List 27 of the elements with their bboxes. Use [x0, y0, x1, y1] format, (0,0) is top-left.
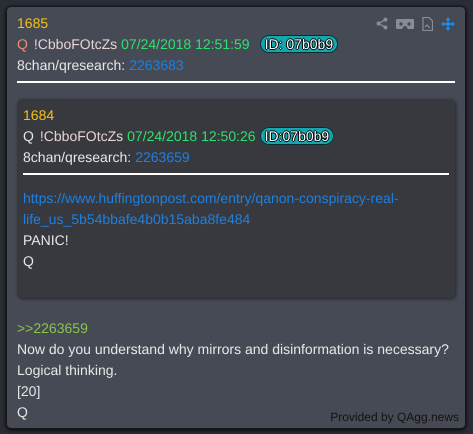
post-text: Now do you understand why mirrors and disinformation is necessary? [17, 340, 449, 359]
document-icon[interactable] [422, 16, 433, 30]
provider-credit: Provided by QAgg.news [330, 410, 459, 424]
post-text: [20] [17, 382, 40, 401]
post-link[interactable]: 2263659 [135, 149, 190, 165]
author-name: Q [17, 36, 28, 52]
tripcode: !CbboFOtcZs [40, 128, 124, 144]
author-name: Q [23, 128, 34, 144]
post-link[interactable]: 2263683 [129, 57, 184, 73]
id-badge: ID: 07b0b9 [260, 35, 338, 53]
board-name: 8chan/qresearch: [23, 149, 132, 165]
reply-link[interactable]: >>2263659 [17, 318, 88, 339]
share-icon[interactable] [376, 17, 388, 30]
timestamp: 07/24/2018 12:51:59 [121, 36, 250, 52]
board-name: 8chan/qresearch: [17, 57, 126, 73]
post-text: Q [23, 252, 34, 271]
vr-headset-icon[interactable] [396, 18, 414, 28]
timestamp: 07/24/2018 12:50:26 [127, 128, 256, 144]
id-badge: ID:07b0b9 [260, 127, 334, 145]
post-text: Logical thinking. [17, 361, 118, 380]
post-text: PANIC! [23, 231, 69, 250]
post-number: 1684 [23, 106, 54, 125]
post-text: Q [17, 403, 28, 422]
post-number: 1685 [17, 14, 48, 33]
move-icon[interactable] [441, 16, 455, 30]
url-link[interactable]: https://www.huffingtonpost.com/entry/qanon-conspiracy-real-life_us_5b54bbafe4b0b15aba8fe484 [23, 188, 449, 230]
tripcode: !CbboFOtcZs [34, 36, 118, 52]
